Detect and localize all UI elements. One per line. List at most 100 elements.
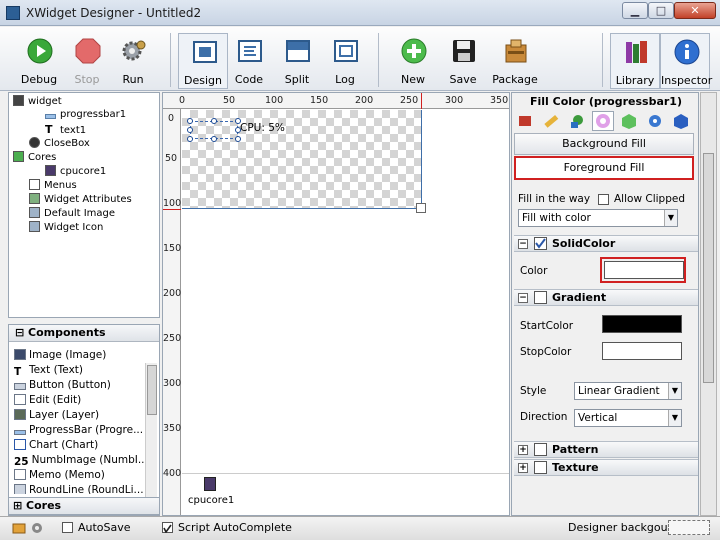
tree-node-attributes[interactable]: Widget Attributes: [29, 193, 132, 207]
tree-node-default-image[interactable]: Default Image: [29, 207, 115, 221]
log-icon: [334, 40, 358, 62]
settings-icon[interactable]: [30, 521, 44, 534]
menus-icon: [29, 179, 40, 190]
books-icon: [626, 41, 647, 63]
split-icon: [286, 40, 310, 62]
info-icon: [674, 39, 700, 65]
tree-node-menus[interactable]: Menus: [29, 179, 77, 193]
stop-color-swatch[interactable]: [602, 342, 682, 360]
autosave-checkbox[interactable]: [62, 522, 73, 533]
component-item[interactable]: Memo (Memo): [14, 469, 105, 484]
tree-node-text1[interactable]: Ttext1: [45, 123, 86, 137]
cpu-text-element[interactable]: CPU: 5%: [240, 122, 285, 134]
cpucore-icon: [45, 165, 56, 176]
tree-node-cores[interactable]: Cores: [13, 151, 56, 165]
tray-item-label: cpucore1: [188, 495, 235, 506]
image-component-icon: [14, 349, 26, 360]
solidcolor-group[interactable]: − SolidColor: [514, 235, 698, 252]
tab-3d[interactable]: [618, 111, 640, 131]
component-item[interactable]: Chart (Chart): [14, 439, 98, 454]
script-autocomplete-checkbox[interactable]: [162, 522, 173, 534]
design-canvas[interactable]: 0 50 100 150 200 250 300 350 0 50 100 15…: [162, 92, 510, 516]
gradient-group[interactable]: − Gradient: [514, 289, 698, 306]
tree-node-widget[interactable]: widget: [13, 95, 62, 109]
style-select[interactable]: Linear Gradient ▼: [574, 382, 682, 400]
solidcolor-checkbox[interactable]: [534, 237, 547, 250]
inspector-button[interactable]: Inspector: [660, 33, 712, 89]
tree-node-closebox[interactable]: CloseBox: [29, 137, 90, 151]
component-item[interactable]: T Text (Text): [14, 364, 83, 379]
design-icon: [193, 41, 217, 63]
log-button[interactable]: Log: [320, 33, 370, 89]
stop-button[interactable]: Stop: [62, 33, 112, 89]
components-header[interactable]: ⊟ Components: [9, 325, 159, 342]
tab-ruler[interactable]: [540, 111, 562, 131]
resize-handle[interactable]: [416, 203, 426, 213]
component-item[interactable]: 25 NumbImage (NumbI...: [14, 454, 148, 469]
properties-icon: [519, 116, 531, 126]
direction-select[interactable]: Vertical ▼: [574, 409, 682, 427]
inspector-tabs: [514, 111, 698, 131]
folder-icon[interactable]: [12, 521, 26, 534]
cpucore-icon[interactable]: [204, 477, 216, 491]
direction-label: Direction: [520, 411, 568, 423]
stopcolor-label: StopColor: [520, 346, 572, 358]
tab-settings[interactable]: [644, 111, 666, 131]
designer-background-swatch[interactable]: [668, 520, 710, 535]
tab-properties[interactable]: [514, 111, 536, 131]
tree-node-cpucore1[interactable]: cpucore1: [45, 165, 106, 179]
main-toolbar: Debug Stop Run Design Code Split Log New…: [0, 27, 720, 91]
app-icon: [6, 6, 20, 20]
startcolor-label: StartColor: [520, 320, 574, 332]
component-item[interactable]: Button (Button): [14, 379, 111, 394]
new-button[interactable]: New: [388, 33, 438, 89]
chevron-down-icon: ▼: [668, 383, 681, 399]
texture-group[interactable]: + Texture: [514, 459, 698, 476]
maximize-button[interactable]: □: [648, 2, 674, 19]
library-button[interactable]: Library: [610, 33, 660, 89]
save-button[interactable]: Save: [438, 33, 488, 89]
texture-checkbox[interactable]: [534, 461, 547, 474]
tab-shapes[interactable]: [566, 111, 588, 131]
debug-button[interactable]: Debug: [14, 33, 64, 89]
design-button[interactable]: Design: [178, 33, 228, 89]
tree-node-progressbar1[interactable]: progressbar1: [45, 109, 126, 123]
run-button[interactable]: Run: [108, 33, 158, 89]
tab-fill[interactable]: [592, 111, 614, 131]
start-color-swatch[interactable]: [602, 315, 682, 333]
cores-panel-header[interactable]: ⊞ Cores: [8, 497, 160, 515]
pattern-checkbox[interactable]: [534, 443, 547, 456]
components-scrollbar[interactable]: [145, 363, 157, 511]
floppy-icon: [453, 40, 475, 62]
component-item[interactable]: Layer (Layer): [14, 409, 99, 424]
close-button[interactable]: ✕: [674, 2, 716, 19]
gradient-checkbox[interactable]: [534, 291, 547, 304]
inspector-scrollbar[interactable]: [700, 92, 717, 516]
component-item[interactable]: Edit (Edit): [14, 394, 81, 409]
package-button[interactable]: Package: [490, 33, 540, 89]
allow-clipped-checkbox[interactable]: [598, 194, 609, 205]
minimize-button[interactable]: ▁: [622, 2, 648, 19]
numbimage-component-icon: 25: [14, 456, 29, 468]
component-item[interactable]: ProgressBar (Progre...: [14, 424, 143, 439]
window-title: XWidget Designer - Untitled2: [26, 6, 202, 20]
code-button[interactable]: Code: [224, 33, 274, 89]
background-fill-button[interactable]: Background Fill: [514, 133, 694, 155]
solid-color-swatch[interactable]: [604, 261, 684, 279]
widget-tree[interactable]: widget progressbar1 Ttext1 CloseBox Core…: [8, 92, 160, 318]
autosave-label: AutoSave: [78, 521, 131, 534]
horizontal-ruler: 0 50 100 150 200 250 300 350: [163, 93, 509, 109]
pattern-group[interactable]: + Pattern: [514, 441, 698, 458]
component-item[interactable]: Image (Image): [14, 349, 106, 364]
split-button[interactable]: Split: [272, 33, 322, 89]
image-icon: [29, 221, 40, 232]
fill-way-select[interactable]: Fill with color ▼: [518, 209, 678, 227]
checkmark-icon: [163, 524, 172, 534]
stop-label: Stop: [74, 73, 100, 86]
tab-box[interactable]: [670, 111, 692, 131]
component-item[interactable]: RoundLine (RoundLi...: [14, 484, 144, 494]
tree-node-widget-icon[interactable]: Widget Icon: [29, 221, 103, 235]
foreground-fill-button[interactable]: Foreground Fill: [514, 156, 694, 180]
scrollbar-thumb[interactable]: [703, 153, 714, 383]
progressbar-selection[interactable]: [187, 118, 241, 142]
